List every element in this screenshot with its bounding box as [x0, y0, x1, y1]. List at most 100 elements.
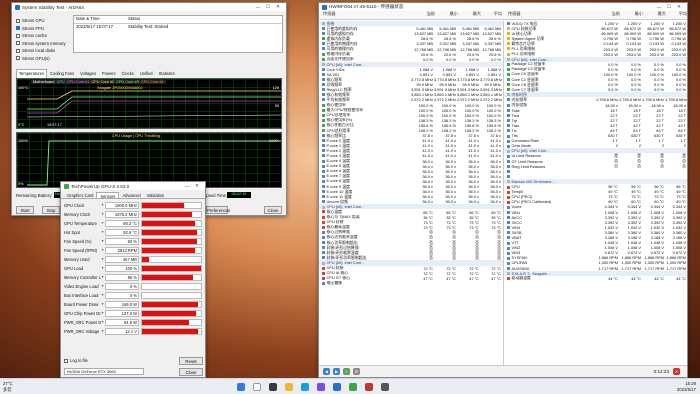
report-icon[interactable]: ≡: [343, 368, 350, 375]
gpuz-titlebar: TechPowerUp GPU-Z 2.53.0 — ✕: [61, 182, 205, 190]
sensor-icon: [322, 256, 325, 260]
nav-forward-icon[interactable]: ▶: [333, 368, 340, 375]
remaining-battery-label: Remaining Battery:: [16, 193, 53, 198]
edge-icon[interactable]: [301, 383, 309, 391]
hwinfo-taskbar-icon[interactable]: [333, 383, 341, 391]
stress-option[interactable]: Stress system memory: [16, 40, 66, 48]
close-icon[interactable]: ✕: [273, 4, 283, 10]
tab-statistics[interactable]: Statistics: [156, 69, 178, 78]
sensor-value: 467 MB: [105, 256, 139, 263]
sensor-row: GPU Clock ▼ 1500.0 MHz: [61, 201, 205, 210]
tab-advanced[interactable]: Advanced: [119, 192, 143, 198]
maximize-button[interactable]: ☐: [263, 4, 273, 10]
tab-validation[interactable]: Validation: [144, 192, 168, 198]
sensor-icon: [322, 47, 325, 51]
close-icon[interactable]: ✕: [674, 4, 684, 10]
gpuz-close-button[interactable]: Close: [179, 368, 203, 376]
preferences-button[interactable]: Preferences: [206, 206, 230, 214]
stress-option[interactable]: Stress cache: [16, 32, 66, 40]
minimize-button[interactable]: —: [182, 184, 192, 189]
maximize-button[interactable]: ☐: [664, 4, 674, 10]
sensor-icon: [507, 58, 510, 62]
sensor-avg: 否: [497, 255, 501, 260]
log-checkbox[interactable]: [64, 358, 68, 363]
sensor-icon: [322, 195, 325, 199]
card-select[interactable]: NVIDIA GeForce RTX 3060: [64, 368, 144, 375]
stress-checkbox[interactable]: [16, 26, 20, 31]
sensor-icon: [507, 93, 510, 97]
clock[interactable]: 15:29 2023/5/17: [677, 381, 696, 392]
sensor-row[interactable]: 驱动器温度 44 °C 44 °C 44 °C 44 °C: [504, 275, 687, 281]
sensor-graph: [141, 328, 202, 335]
app-taskbar-icon[interactable]: [381, 383, 389, 391]
stress-option[interactable]: Stress local disks: [16, 47, 66, 55]
sensor-row: GPU Load ▼ 100 %: [61, 264, 205, 273]
sensor-row[interactable]: 电压偏移: [319, 281, 503, 286]
weather-widget[interactable]: 27°C 多云: [3, 381, 13, 392]
hw-header-left: 传感器 当前 最小 最大 平均: [319, 11, 504, 20]
tab-powers[interactable]: Powers: [99, 69, 119, 78]
sensor-icon: [507, 98, 510, 102]
tab-graphics-card[interactable]: Graphics Card: [64, 192, 96, 198]
stress-option[interactable]: Stress CPU: [16, 17, 66, 25]
sensor-icon: [322, 63, 325, 67]
sensor-icon: [322, 235, 325, 239]
store-icon[interactable]: [317, 383, 325, 391]
sensor-icon: [507, 251, 510, 255]
stress-option[interactable]: Stress GPU(s): [16, 55, 66, 63]
nav-back-icon[interactable]: ◀: [323, 368, 330, 375]
sensor-icon: [507, 67, 510, 71]
sensor-min: 44 °C: [631, 275, 641, 281]
minimize-button[interactable]: —: [654, 5, 664, 10]
sensor-icon: [507, 205, 510, 209]
sensor-graph-fill: [142, 203, 185, 208]
tab-voltages[interactable]: Voltages: [77, 69, 99, 78]
close-button[interactable]: Close: [264, 206, 282, 214]
tab-unified[interactable]: Unified: [137, 69, 156, 78]
start-icon[interactable]: [237, 383, 245, 391]
close-sensors-icon[interactable]: ✕: [673, 368, 680, 375]
tab-temperatures[interactable]: Temperatures: [16, 69, 48, 78]
stress-checkbox[interactable]: [16, 48, 20, 53]
sensor-graph: [141, 220, 202, 227]
aida64-icon: [15, 4, 20, 10]
search-icon[interactable]: [253, 383, 261, 391]
gpuz-taskbar-icon[interactable]: [349, 383, 357, 391]
stress-checkbox[interactable]: [16, 33, 20, 38]
close-icon[interactable]: ✕: [192, 183, 202, 189]
sensor-icon: [322, 154, 325, 158]
stress-option[interactable]: Stress FPU: [16, 25, 66, 33]
start-button[interactable]: Start: [16, 206, 34, 214]
sensor-value: 2813 RPM: [105, 247, 139, 254]
col-date: Date & Time: [76, 16, 100, 21]
log-to-file[interactable]: Log to file: [64, 358, 88, 363]
sensor-icon: [507, 160, 510, 164]
stress-checkbox[interactable]: [16, 56, 20, 61]
sensor-icon: [322, 230, 325, 234]
minimize-button[interactable]: —: [253, 5, 263, 10]
settings-icon[interactable]: ⚙: [353, 368, 360, 375]
gpuz-title: TechPowerUp GPU-Z 2.53.0: [71, 183, 130, 189]
sensor-icon: [322, 52, 325, 56]
sensor-row: Fan Speed (%) ▼ 93 %: [61, 237, 205, 246]
sensor-name: Hot Spot: [64, 230, 80, 235]
task-view-icon[interactable]: [269, 383, 277, 391]
tab-sensors[interactable]: Sensors: [96, 192, 120, 199]
stress-checkbox[interactable]: [16, 41, 20, 46]
sensor-icon: [507, 149, 510, 153]
aida64-taskbar-icon[interactable]: [365, 383, 373, 391]
tab-clocks[interactable]: Clocks: [119, 69, 137, 78]
sensor-icon: [507, 134, 510, 138]
stop-button[interactable]: Stop: [42, 206, 60, 214]
stress-checkbox[interactable]: [16, 18, 20, 23]
sensor-name: GPU Clock: [64, 203, 85, 208]
sensor-max: 否: [660, 163, 664, 169]
sensor-avg: 1,717 RPM: [666, 265, 686, 271]
file-explorer-icon[interactable]: [285, 383, 293, 391]
reset-button[interactable]: Reset: [179, 357, 203, 365]
sensor-icon: [322, 22, 325, 26]
temp-lines: [26, 90, 281, 118]
sensor-graph: [141, 274, 202, 281]
sensor-icon: [507, 221, 510, 225]
tab-cooling-fans[interactable]: Cooling Fans: [47, 69, 77, 78]
